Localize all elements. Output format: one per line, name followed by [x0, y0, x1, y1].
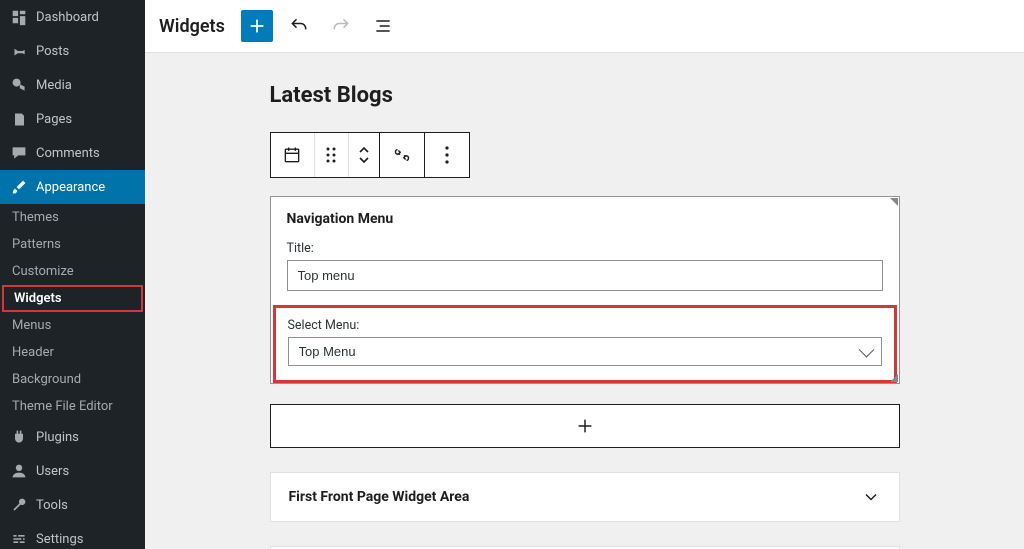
- sidebar-sub-patterns[interactable]: Patterns: [0, 231, 145, 258]
- select-menu-highlight: Select Menu: Top Menu: [273, 305, 897, 383]
- plugin-icon: [10, 428, 28, 446]
- chevron-down-icon: [861, 487, 881, 507]
- dashboard-icon: [10, 8, 28, 26]
- block-options-button[interactable]: [425, 133, 469, 177]
- title-label: Title:: [287, 241, 883, 256]
- move-up-down[interactable]: [349, 133, 379, 177]
- sidebar-label: Plugins: [36, 430, 79, 445]
- chevron-up-icon: [358, 146, 370, 154]
- sidebar-label: Media: [36, 78, 72, 93]
- sidebar-label: Appearance: [36, 180, 105, 195]
- select-menu-label: Select Menu:: [288, 318, 882, 333]
- user-icon: [10, 462, 28, 480]
- wrench-icon: [10, 496, 28, 514]
- sidebar-sub-background[interactable]: Background: [0, 366, 145, 393]
- media-icon: [10, 76, 28, 94]
- main-area: Widgets Latest Blogs: [145, 0, 1024, 549]
- admin-sidebar: Dashboard Posts Media Pages Comments: [0, 0, 145, 549]
- scroll-down-icon: [890, 374, 898, 382]
- sidebar-label: Comments: [36, 146, 100, 161]
- sidebar-sub-widgets[interactable]: Widgets: [2, 285, 143, 312]
- sidebar-item-appearance[interactable]: Appearance: [0, 170, 145, 204]
- widget-heading: Navigation Menu: [287, 211, 883, 227]
- list-view-button[interactable]: [367, 10, 399, 42]
- comment-icon: [10, 144, 28, 162]
- calendar-icon: [282, 145, 302, 165]
- undo-button[interactable]: [283, 10, 315, 42]
- sidebar-label: Posts: [36, 44, 69, 59]
- navigation-menu-widget[interactable]: Navigation Menu Title: Select Menu: Top …: [270, 196, 900, 384]
- drag-icon: [324, 146, 338, 164]
- sidebar-item-plugins[interactable]: Plugins: [0, 420, 145, 454]
- plus-icon: [574, 415, 596, 437]
- move-icon: [391, 146, 413, 164]
- redo-button[interactable]: [325, 10, 357, 42]
- menu-select[interactable]: Top Menu: [288, 337, 882, 366]
- sidebar-sub-themes[interactable]: Themes: [0, 204, 145, 231]
- widget-area-panel-first-front-page[interactable]: First Front Page Widget Area: [270, 472, 900, 522]
- widget-area-title: Latest Blogs: [270, 83, 900, 108]
- sidebar-item-pages[interactable]: Pages: [0, 102, 145, 136]
- sidebar-sub-header[interactable]: Header: [0, 339, 145, 366]
- append-block-button[interactable]: [270, 404, 900, 448]
- sidebar-item-tools[interactable]: Tools: [0, 488, 145, 522]
- sidebar-label: Users: [36, 464, 69, 479]
- editor-topbar: Widgets: [145, 0, 1024, 53]
- sidebar-item-users[interactable]: Users: [0, 454, 145, 488]
- chevron-down-icon: [358, 156, 370, 164]
- sidebar-sub-menus[interactable]: Menus: [0, 312, 145, 339]
- sidebar-label: Tools: [36, 498, 68, 513]
- sliders-icon: [10, 530, 28, 548]
- move-to-button[interactable]: [380, 133, 424, 177]
- add-block-button[interactable]: [241, 10, 273, 42]
- block-type-button[interactable]: [271, 133, 315, 177]
- widget-area-latest-blogs: Latest Blogs: [270, 83, 900, 448]
- sidebar-item-comments[interactable]: Comments: [0, 136, 145, 170]
- sidebar-label: Pages: [36, 112, 72, 127]
- sidebar-sub-theme-file-editor[interactable]: Theme File Editor: [0, 393, 145, 420]
- sidebar-sub-customize[interactable]: Customize: [0, 258, 145, 285]
- pin-icon: [10, 42, 28, 60]
- content-scroll[interactable]: Latest Blogs: [145, 53, 1024, 549]
- page-icon: [10, 110, 28, 128]
- select-wrap: Top Menu: [288, 337, 882, 366]
- scroll-up-icon: [890, 198, 898, 206]
- app-root: Dashboard Posts Media Pages Comments: [0, 0, 1024, 549]
- kebab-icon: [445, 146, 449, 164]
- title-input[interactable]: [287, 260, 883, 291]
- brush-icon: [10, 178, 28, 196]
- sidebar-label: Dashboard: [36, 10, 99, 25]
- drag-handle[interactable]: [315, 133, 349, 177]
- sidebar-item-posts[interactable]: Posts: [0, 34, 145, 68]
- page-title: Widgets: [159, 16, 225, 37]
- sidebar-item-settings[interactable]: Settings: [0, 522, 145, 549]
- block-toolbar: [270, 132, 470, 178]
- sidebar-item-dashboard[interactable]: Dashboard: [0, 0, 145, 34]
- sidebar-label: Settings: [36, 532, 83, 547]
- sidebar-item-media[interactable]: Media: [0, 68, 145, 102]
- panel-title: First Front Page Widget Area: [289, 489, 470, 505]
